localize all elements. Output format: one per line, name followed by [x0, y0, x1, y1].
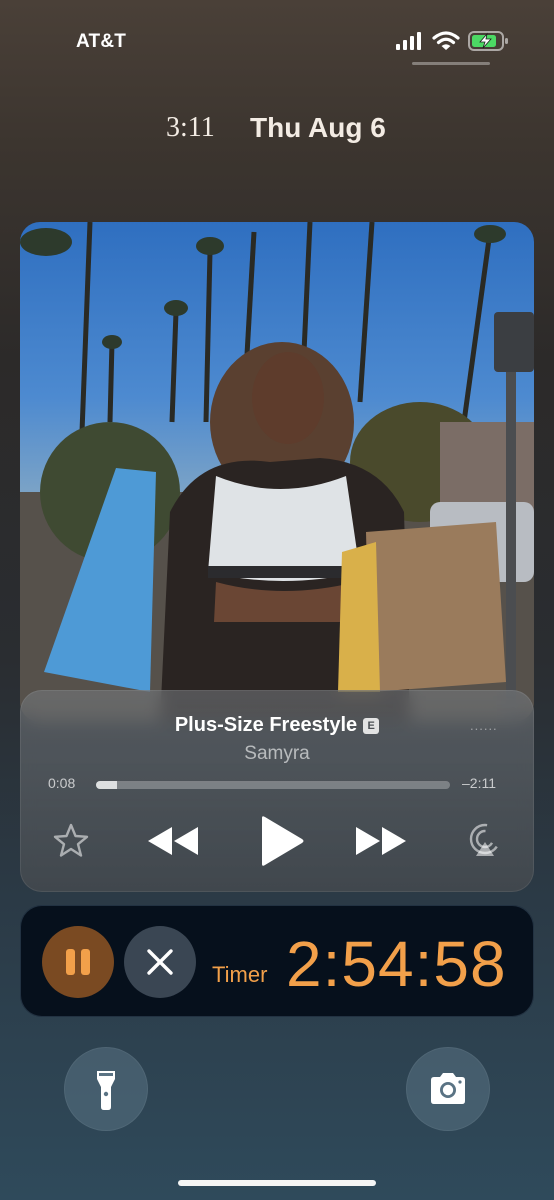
explicit-badge: E: [363, 718, 380, 734]
camera-icon: [431, 1073, 465, 1104]
cancel-timer-button[interactable]: [124, 926, 196, 998]
timer-countdown: 2:54:58: [286, 928, 507, 1000]
track-artist[interactable]: Samyra: [20, 743, 534, 765]
now-playing-widget[interactable]: Plus-Size Freestyle E Samyra ...... 0:08 …: [20, 690, 534, 892]
lock-screen-time: 3:11: [166, 112, 215, 143]
route-indicator: ......: [470, 718, 498, 733]
close-icon: [147, 949, 173, 975]
carrier-name: AT&T: [76, 31, 127, 52]
control-center-indicator[interactable]: [412, 62, 490, 65]
timer-live-activity[interactable]: Timer 2:54:58: [20, 905, 534, 1017]
playback-progress-fill: [96, 781, 118, 789]
timer-label: Timer: [212, 962, 268, 987]
lock-screen-date: Thu Aug 6: [250, 112, 386, 143]
home-indicator[interactable]: [178, 1180, 376, 1186]
fast-forward-icon[interactable]: [354, 820, 410, 862]
album-artwork: [20, 222, 534, 722]
rewind-icon[interactable]: [144, 820, 200, 862]
flashlight-button[interactable]: [64, 1047, 148, 1131]
airplay-icon[interactable]: [464, 820, 506, 862]
cellular-signal-icon: [396, 32, 421, 50]
track-title[interactable]: Plus-Size Freestyle E: [20, 714, 534, 737]
wifi-icon: [432, 31, 460, 50]
playback-scrubber[interactable]: [96, 781, 450, 789]
track-title-text: Plus-Size Freestyle: [174, 714, 358, 736]
remaining-time: –2:11: [462, 775, 496, 791]
elapsed-time: 0:08: [48, 775, 76, 791]
camera-button[interactable]: [406, 1047, 490, 1131]
star-icon[interactable]: [50, 820, 92, 862]
pause-icon: [66, 949, 90, 975]
play-icon[interactable]: [254, 814, 306, 868]
pause-timer-button[interactable]: [42, 926, 114, 998]
flashlight-icon: [97, 1071, 115, 1110]
battery-charging-icon: [468, 31, 508, 51]
